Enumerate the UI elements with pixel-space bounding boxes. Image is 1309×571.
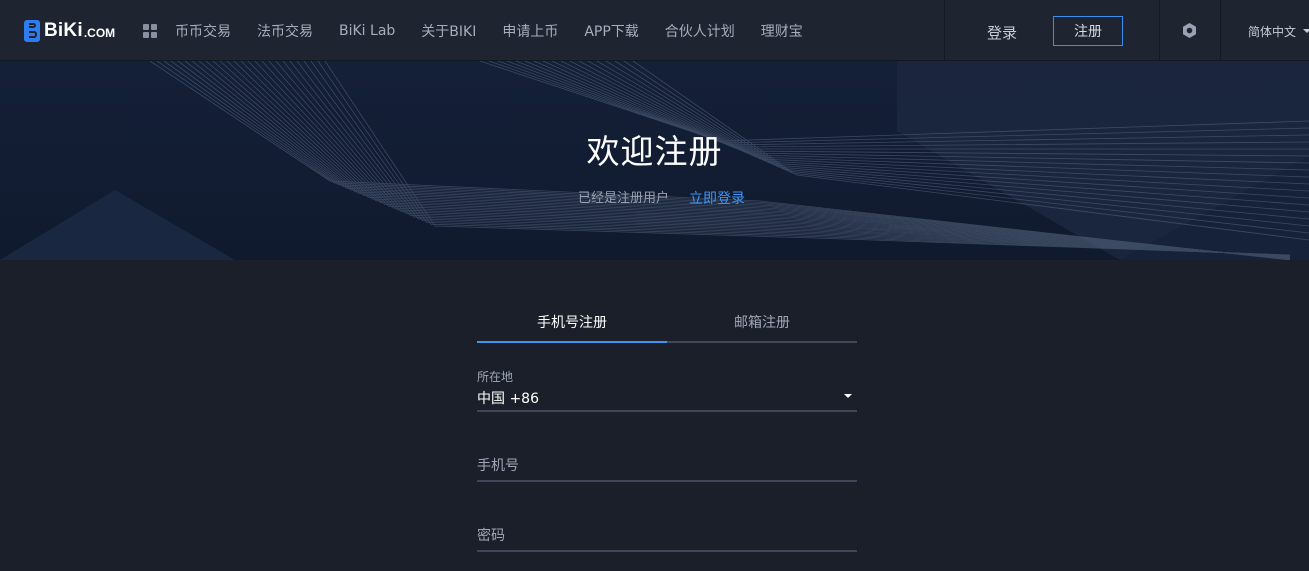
password-input[interactable]: [477, 522, 857, 550]
nav-item-about[interactable]: 关于BIKI: [421, 21, 476, 41]
already-registered-text: 已经是注册用户: [578, 191, 670, 206]
nav-item-biki-lab[interactable]: BiKi Lab: [339, 23, 395, 39]
login-now-link[interactable]: 立即登录: [689, 188, 745, 208]
page-title: 欢迎注册: [586, 132, 723, 171]
nav-item-app-download[interactable]: APP下载: [584, 21, 638, 41]
nav-item-spot-trading[interactable]: 币币交易: [175, 21, 231, 41]
phone-input[interactable]: [477, 452, 857, 480]
tab-email-register[interactable]: 邮箱注册: [667, 312, 857, 332]
field-underline: [477, 410, 857, 412]
caret-down-icon[interactable]: [1303, 29, 1309, 33]
nav-divider: [1159, 0, 1160, 61]
location-label: 所在地: [477, 370, 514, 384]
nav-item-wealth[interactable]: 理财宝: [761, 21, 803, 41]
phone-field-wrapper: [477, 452, 857, 484]
hexagon-settings-icon[interactable]: [1181, 22, 1198, 39]
nav-divider: [944, 0, 945, 61]
biki-logo[interactable]: BiKi .COM: [24, 19, 115, 43]
password-field-wrapper: [477, 522, 857, 554]
nav-divider: [1220, 0, 1221, 61]
field-underline: [477, 480, 857, 482]
tab-phone-register[interactable]: 手机号注册: [477, 312, 667, 332]
chevron-down-icon[interactable]: [844, 394, 852, 398]
main-nav: 币币交易 法币交易 BiKi Lab 关于BIKI 申请上币 APP下载 合伙人…: [175, 0, 829, 61]
nav-item-fiat-trading[interactable]: 法币交易: [257, 21, 313, 41]
register-button[interactable]: 注册: [1053, 16, 1123, 46]
logo-text: BiKi: [44, 20, 83, 41]
nav-item-listing-apply[interactable]: 申请上币: [502, 21, 558, 41]
location-select[interactable]: 所在地 中国 +86: [477, 368, 857, 414]
hero-banner: 欢迎注册 已经是注册用户 立即登录: [0, 61, 1309, 260]
biki-logo-icon: [24, 20, 40, 42]
register-tabs: 手机号注册 邮箱注册: [477, 300, 857, 343]
nav-item-partner-program[interactable]: 合伙人计划: [665, 21, 735, 41]
login-link[interactable]: 登录: [987, 22, 1017, 43]
top-navbar: BiKi .COM 币币交易 法币交易 BiKi Lab 关于BIKI 申请上币…: [0, 0, 1309, 61]
grid-icon[interactable]: [143, 24, 157, 38]
language-selector[interactable]: 简体中文: [1248, 23, 1296, 40]
location-value[interactable]: 中国 +86: [477, 388, 539, 408]
field-underline: [477, 550, 857, 552]
logo-domain: .COM: [83, 26, 116, 40]
active-tab-indicator: [477, 341, 667, 343]
